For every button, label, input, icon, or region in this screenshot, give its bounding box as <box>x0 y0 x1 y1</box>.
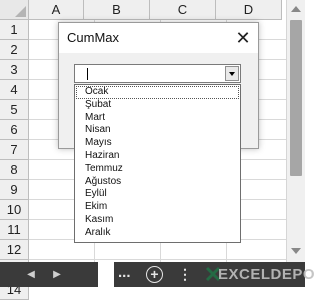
sheet-tab[interactable] <box>98 262 114 287</box>
dropdown-option[interactable]: Ocak <box>76 86 239 99</box>
month-dropdown-list[interactable]: Ocak Şubat Mart Nisan Mayıs Haziran Temmuz Ağus… <box>74 84 241 243</box>
dropdown-option[interactable]: Haziran <box>76 150 239 163</box>
dropdown-option[interactable]: Ekim <box>76 201 239 214</box>
row-header[interactable]: 6 <box>0 120 29 140</box>
exceldepo-logo: EXCELDEPO <box>200 264 315 286</box>
dropdown-option[interactable]: Mayıs <box>76 137 239 150</box>
scroll-down-icon[interactable] <box>291 248 301 254</box>
dropdown-option[interactable]: Temmuz <box>76 163 239 176</box>
column-header[interactable]: A <box>29 0 84 20</box>
row-header[interactable]: 11 <box>0 220 29 240</box>
row-header[interactable]: 3 <box>0 60 29 80</box>
dialog-titlebar[interactable]: CumMax ✕ <box>59 23 258 53</box>
next-sheet-icon[interactable]: ▶ <box>46 262 68 287</box>
dropdown-button[interactable] <box>225 66 239 81</box>
chevron-down-icon <box>229 72 235 76</box>
dropdown-option[interactable]: Eylül <box>76 188 239 201</box>
more-sheets-button[interactable]: ... <box>118 262 131 287</box>
row-header[interactable]: 10 <box>0 200 29 220</box>
scroll-up-icon[interactable] <box>291 6 301 12</box>
dropdown-option[interactable]: Şubat <box>76 99 239 112</box>
text-caret <box>87 68 88 80</box>
dropdown-option[interactable]: Nisan <box>76 124 239 137</box>
column-header[interactable]: B <box>84 0 150 20</box>
scroll-thumb[interactable] <box>290 20 302 176</box>
dropdown-option[interactable]: Ağustos <box>76 176 239 189</box>
column-header[interactable]: D <box>216 0 282 20</box>
dropdown-option[interactable]: Mart <box>76 112 239 125</box>
select-all-triangle <box>15 6 26 17</box>
sheet-options-icon[interactable]: ⋮ <box>178 262 192 287</box>
select-all-corner[interactable] <box>0 0 29 20</box>
row-header[interactable]: 1 <box>0 20 29 40</box>
vertical-scrollbar[interactable] <box>286 0 305 262</box>
row-header[interactable]: 5 <box>0 100 29 120</box>
dialog-title: CumMax <box>67 30 120 45</box>
sheet-tab-bar: ◀ ▶ ... + ⋮ EXCELDEPO <box>0 262 315 287</box>
prev-sheet-icon[interactable]: ◀ <box>20 262 42 287</box>
month-combobox[interactable] <box>74 64 241 83</box>
row-header[interactable]: 8 <box>0 160 29 180</box>
add-sheet-button[interactable]: + <box>146 266 163 283</box>
logo-text: EXCELDEPO <box>218 266 316 283</box>
row-header[interactable]: 4 <box>0 80 29 100</box>
dropdown-option[interactable]: Aralık <box>76 227 239 240</box>
dropdown-option[interactable]: Kasım <box>76 214 239 227</box>
column-header[interactable]: C <box>150 0 216 20</box>
column-headers: ABCD <box>29 0 286 20</box>
row-header[interactable]: 2 <box>0 40 29 60</box>
row-header[interactable]: 7 <box>0 140 29 160</box>
row-header[interactable]: 12 <box>0 240 29 260</box>
close-icon[interactable]: ✕ <box>228 23 258 53</box>
row-header[interactable]: 9 <box>0 180 29 200</box>
